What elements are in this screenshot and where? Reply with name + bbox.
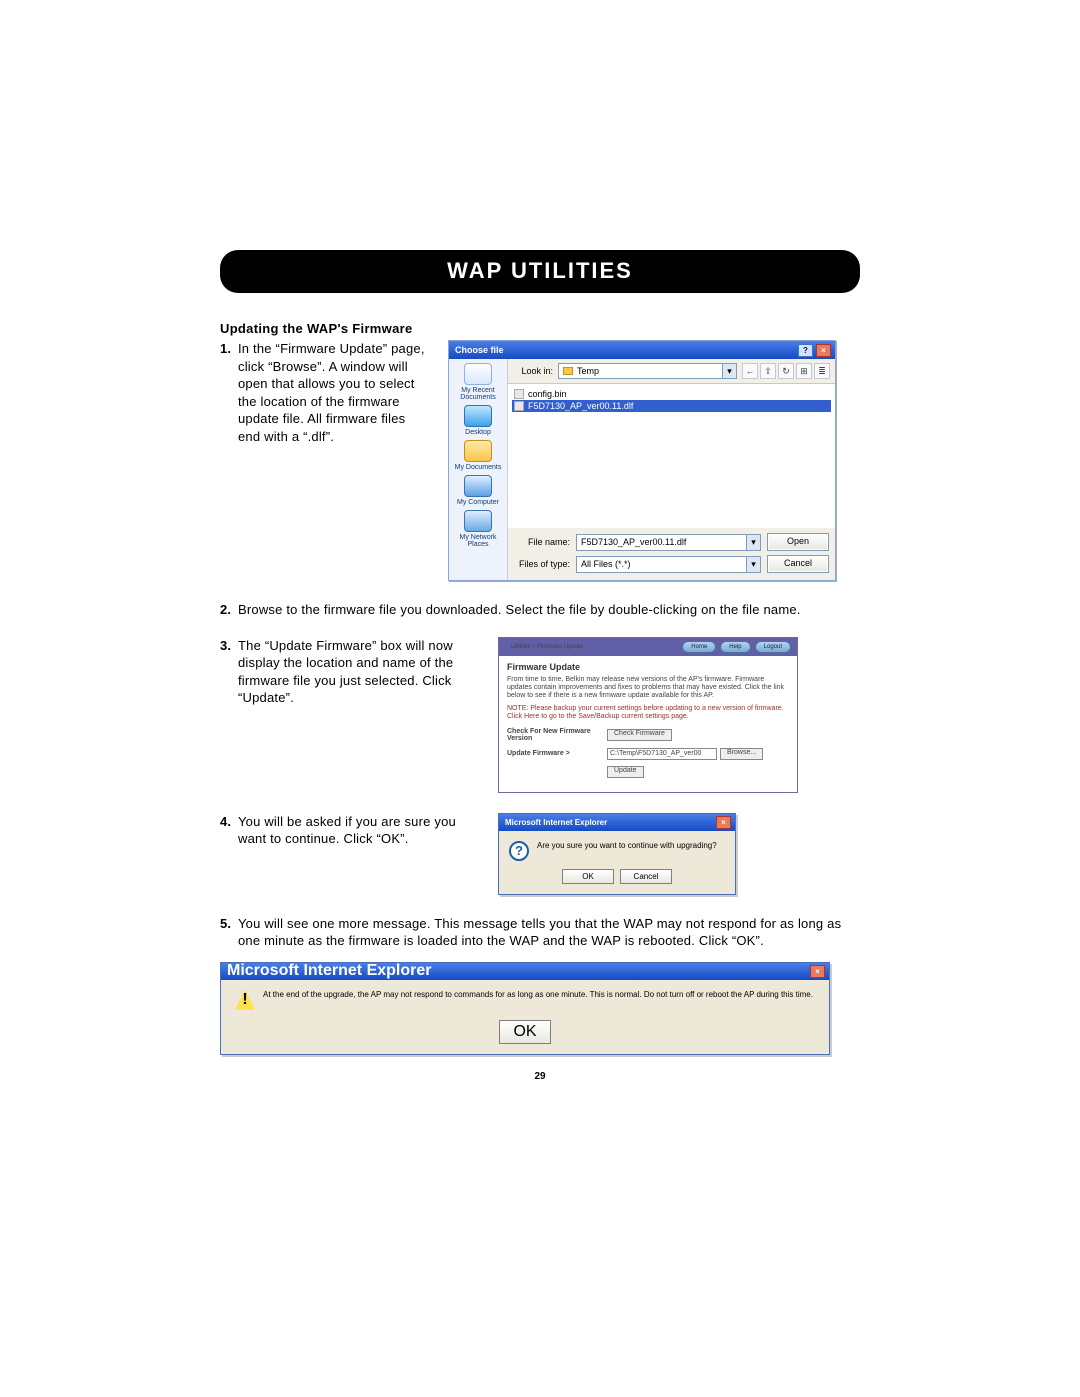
step-4: 4. You will be asked if you are sure you… <box>220 813 480 848</box>
network-places-icon <box>464 510 492 532</box>
tab-help[interactable]: Help <box>720 641 750 653</box>
chevron-down-icon: ▾ <box>746 535 760 550</box>
filetype-select[interactable]: All Files (*.*) ▾ <box>576 556 761 573</box>
file-item[interactable]: F5D7130_AP_ver00.11.dlf <box>512 400 831 412</box>
file-list[interactable]: config.bin F5D7130_AP_ver00.11.dlf <box>508 383 835 528</box>
firmware-update-panel: Utilities > Firmware Update Home Help Lo… <box>498 637 798 793</box>
documents-icon <box>464 440 492 462</box>
chevron-down-icon: ▾ <box>746 557 760 572</box>
step-5-text: You will see one more message. This mess… <box>238 915 860 950</box>
chevron-down-icon: ▾ <box>722 364 736 378</box>
step-4-num: 4. <box>220 813 238 848</box>
file-icon <box>514 401 524 411</box>
open-button[interactable]: Open <box>767 533 829 551</box>
step-1-text: In the “Firmware Update” page, click “Br… <box>238 340 430 445</box>
recent-icon <box>464 363 492 385</box>
fwu-heading: Firmware Update <box>507 662 789 672</box>
confirm-dialog: Microsoft Internet Explorer × ? Are you … <box>498 813 736 895</box>
step-5: 5. You will see one more message. This m… <box>220 915 860 950</box>
filetype-label: Files of type: <box>514 559 570 569</box>
section-heading: Updating the WAP's Firmware <box>220 321 860 336</box>
view-menu-icon[interactable]: ⊞ <box>796 363 812 379</box>
step-2: 2. Browse to the firmware file you downl… <box>220 601 860 619</box>
ok-button[interactable]: OK <box>562 869 614 884</box>
lookin-label: Look in: <box>513 366 553 376</box>
place-network[interactable]: My Network Places <box>449 510 507 548</box>
lookin-value: Temp <box>577 366 599 376</box>
close-button[interactable]: × <box>810 965 825 978</box>
step-3-num: 3. <box>220 637 238 707</box>
step-2-num: 2. <box>220 601 238 619</box>
place-recent[interactable]: My Recent Documents <box>449 363 507 401</box>
computer-icon <box>464 475 492 497</box>
page-number: 29 <box>220 1071 860 1082</box>
fwu-note: NOTE: Please backup your current setting… <box>507 705 789 722</box>
check-firmware-label: Check For New Firmware Version <box>507 728 607 742</box>
place-computer[interactable]: My Computer <box>457 475 499 506</box>
step-2-text: Browse to the firmware file you download… <box>238 601 860 619</box>
breadcrumb: Utilities > Firmware Update <box>505 644 583 650</box>
lookin-select[interactable]: Temp ▾ <box>558 363 737 379</box>
firmware-path-input[interactable]: C:\Temp\F5D7130_AP_ver00 <box>607 748 717 760</box>
step-1: 1. In the “Firmware Update” page, click … <box>220 340 430 445</box>
tab-home[interactable]: Home <box>682 641 716 653</box>
confirm-title: Microsoft Internet Explorer <box>505 818 607 827</box>
question-icon: ? <box>509 841 529 861</box>
nav-up-icon[interactable]: ⇧ <box>760 363 776 379</box>
confirm-message: Are you sure you want to continue with u… <box>537 841 717 850</box>
step-3: 3. The “Update Firmware” box will now di… <box>220 637 480 707</box>
place-docs[interactable]: My Documents <box>455 440 502 471</box>
check-firmware-button[interactable]: Check Firmware <box>607 729 672 741</box>
final-dialog-message: At the end of the upgrade, the AP may no… <box>263 990 813 1000</box>
view-list-icon[interactable]: ≣ <box>814 363 830 379</box>
cancel-button[interactable]: Cancel <box>767 555 829 573</box>
choose-file-dialog: Choose file ? × My Recent Documents Desk… <box>448 340 836 581</box>
fwu-paragraph: From time to time, Belkin may release ne… <box>507 676 789 701</box>
final-dialog-title: Microsoft Internet Explorer <box>227 962 431 980</box>
filename-label: File name: <box>514 537 570 547</box>
banner-title: Wap Utilities <box>220 250 860 293</box>
final-dialog: Microsoft Internet Explorer × ! At the e… <box>220 962 830 1055</box>
dialog-title: Choose file <box>455 345 504 355</box>
places-bar: My Recent Documents Desktop My Documents… <box>449 359 508 580</box>
tab-logout[interactable]: Logout <box>755 641 791 653</box>
browse-button[interactable]: Browse... <box>720 748 763 760</box>
warning-icon: ! <box>235 990 255 1010</box>
new-folder-icon[interactable]: ↻ <box>778 363 794 379</box>
close-button[interactable]: × <box>716 816 731 829</box>
file-item[interactable]: config.bin <box>512 388 831 400</box>
help-button[interactable]: ? <box>798 344 813 357</box>
update-firmware-label: Update Firmware > <box>507 750 607 757</box>
cancel-button[interactable]: Cancel <box>620 869 672 884</box>
file-icon <box>514 389 524 399</box>
place-desktop[interactable]: Desktop <box>464 405 492 436</box>
filename-input[interactable]: F5D7130_AP_ver00.11.dlf ▾ <box>576 534 761 551</box>
step-3-text: The “Update Firmware” box will now displ… <box>238 637 480 707</box>
nav-back-icon[interactable]: ← <box>742 363 758 379</box>
step-5-num: 5. <box>220 915 238 950</box>
update-button[interactable]: Update <box>607 766 644 778</box>
step-4-text: You will be asked if you are sure you wa… <box>238 813 480 848</box>
close-button[interactable]: × <box>816 344 831 357</box>
ok-button[interactable]: OK <box>499 1020 551 1044</box>
folder-icon <box>563 367 573 375</box>
step-1-num: 1. <box>220 340 238 445</box>
desktop-icon <box>464 405 492 427</box>
